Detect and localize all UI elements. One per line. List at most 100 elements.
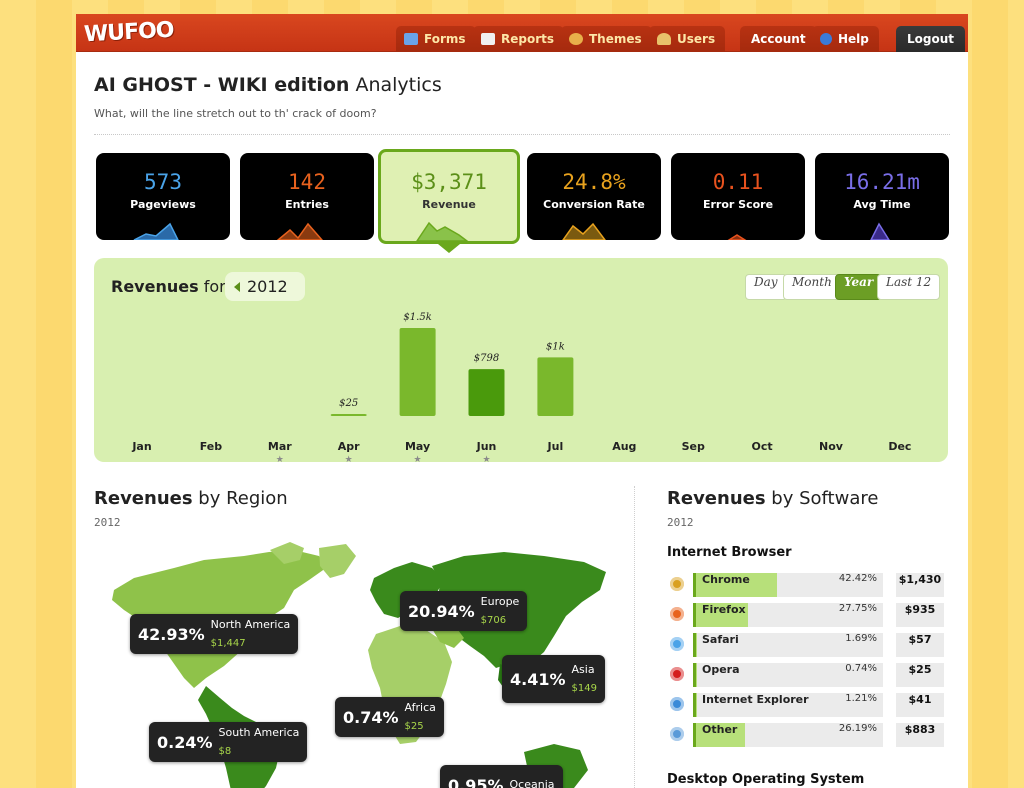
year-value: 2012	[247, 277, 288, 296]
browser-amount: $25	[896, 663, 944, 687]
stat-value: 573	[144, 170, 182, 194]
stat-error-score[interactable]: 0.11 Error Score	[671, 153, 805, 240]
browser-bar: Internet Explorer 1.21%	[693, 693, 883, 717]
browser-row-firefox[interactable]: Firefox 27.75% $935	[667, 602, 945, 628]
browser-bar-fill	[693, 693, 697, 717]
nav-tab-users[interactable]: Users	[649, 26, 726, 52]
nav-tab-themes[interactable]: Themes	[561, 26, 652, 52]
stat-value: 0.11	[712, 170, 764, 194]
month-tick-label: Feb	[200, 440, 223, 453]
bar-apr[interactable]	[330, 414, 367, 416]
month-tick-label: Jun	[476, 440, 497, 453]
browser-pct: 1.69%	[845, 633, 877, 644]
page-subtitle: What, will the line stretch out to th' c…	[94, 107, 377, 120]
page-container: WUFOO Forms Reports Themes Users Account…	[76, 14, 968, 788]
year-selector[interactable]: 2012	[225, 272, 305, 301]
region-tooltip-north-america[interactable]: 42.93% North America $1,447	[130, 614, 299, 654]
sparkline-icon	[276, 222, 323, 240]
bar-jun[interactable]	[468, 369, 505, 416]
sparkline-icon	[133, 222, 179, 240]
browser-row-other[interactable]: Other 26.19% $883	[667, 722, 945, 748]
region-info: South America $8	[219, 726, 300, 758]
stat-value: 24.8%	[562, 170, 626, 194]
region-info: Asia $149	[571, 662, 597, 695]
region-name: Africa	[404, 700, 436, 714]
browser-amount: $1,430	[896, 573, 944, 597]
browser-row-chrome[interactable]: Chrome 42.42% $1,430	[667, 572, 945, 598]
region-name: Asia	[571, 662, 595, 676]
stat-value: 142	[288, 170, 326, 194]
bar-jul[interactable]	[537, 357, 574, 416]
region-tooltip-asia[interactable]: 4.41% Asia $149	[502, 655, 605, 703]
browser-bar-fill	[693, 663, 697, 687]
help-icon	[820, 33, 832, 45]
revenue-title: Revenues for	[111, 277, 226, 296]
region-title: Revenues by Region	[94, 488, 288, 509]
nav-tab-label: Reports	[501, 32, 555, 46]
month-tick-label: Jul	[547, 440, 564, 453]
region-tooltip-oceania[interactable]: 0.95% Oceania	[440, 765, 563, 788]
browser-amount: $57	[896, 633, 944, 657]
period-year-button[interactable]: Year	[835, 274, 883, 300]
browser-row-safari[interactable]: Safari 1.69% $57	[667, 632, 945, 658]
region-pct: 4.41%	[510, 669, 566, 689]
stat-conversion-rate[interactable]: 24.8% Conversion Rate	[527, 153, 661, 240]
month-tick-label: Sep	[682, 440, 705, 453]
browser-pct: 26.19%	[838, 723, 877, 734]
region-tooltip-europe[interactable]: 20.94% Europe $706	[400, 591, 528, 631]
month-tick-label: Jan	[131, 440, 151, 453]
browser-name: Firefox	[702, 603, 746, 616]
opera-icon	[670, 667, 684, 681]
nav-tab-forms[interactable]: Forms	[396, 26, 476, 52]
sparkline-icon	[562, 222, 606, 240]
wufoo-logo[interactable]: WUFOO	[83, 18, 174, 48]
nav-tab-help[interactable]: Help	[812, 26, 879, 52]
region-amount: $1,447	[210, 637, 246, 649]
logout-button[interactable]: Logout	[896, 26, 966, 52]
bar-value-label: $25	[339, 398, 358, 409]
stat-entries[interactable]: 142 Entries	[240, 153, 374, 240]
region-pct: 42.93%	[138, 624, 205, 644]
region-tooltip-africa[interactable]: 0.74% Africa $25	[335, 697, 444, 737]
region-amount: $25	[404, 720, 424, 732]
nav-tab-account[interactable]: Account	[740, 26, 817, 52]
region-pct: 0.24%	[157, 732, 213, 752]
month-tick-label: Apr	[338, 440, 360, 453]
stat-avg-time[interactable]: 16.21m Avg Time	[815, 153, 949, 240]
month-tick-label: Aug	[612, 440, 636, 453]
region-amount: $706	[480, 614, 507, 626]
sparkline-icon	[727, 234, 747, 240]
globe-icon	[670, 727, 684, 741]
browser-pct: 0.74%	[845, 663, 877, 674]
browser-name: Safari	[702, 633, 739, 646]
stat-pageviews[interactable]: 573 Pageviews	[96, 153, 230, 240]
bar-may[interactable]	[399, 328, 436, 416]
nav-tab-reports[interactable]: Reports	[473, 26, 565, 52]
period-month-button[interactable]: Month	[783, 274, 841, 300]
stat-value: 16.21m	[844, 170, 920, 194]
browser-name: Other	[702, 723, 738, 736]
star-icon: ★	[276, 455, 284, 462]
browser-bar-fill	[693, 633, 697, 657]
browser-name: Chrome	[702, 573, 750, 586]
nav-tab-label: Themes	[589, 32, 642, 46]
bar-value-label: $798	[474, 353, 499, 364]
region-tooltip-south-america[interactable]: 0.24% South America $8	[149, 722, 308, 762]
revenue-title-rest: for	[203, 277, 226, 296]
nav-tab-label: Users	[677, 32, 716, 46]
period-last12-button[interactable]: Last 12	[877, 274, 941, 300]
browser-amount: $935	[896, 603, 944, 627]
month-tick-label: Nov	[819, 440, 844, 453]
logout-label: Logout	[907, 32, 955, 46]
browser-row-opera[interactable]: Opera 0.74% $25	[667, 662, 945, 688]
bar-value-label: $1k	[546, 341, 565, 352]
period-day-button[interactable]: Day	[745, 274, 787, 300]
chevron-left-icon[interactable]	[234, 282, 240, 292]
region-name: Europe	[480, 594, 520, 608]
software-title: Revenues by Software	[667, 488, 878, 509]
browser-bar: Safari 1.69%	[693, 633, 883, 657]
stat-revenue[interactable]: $3,371 Revenue	[378, 149, 520, 244]
browser-row-internet-explorer[interactable]: Internet Explorer 1.21% $41	[667, 692, 945, 718]
column-divider	[634, 486, 635, 788]
stat-label: Entries	[285, 198, 329, 211]
